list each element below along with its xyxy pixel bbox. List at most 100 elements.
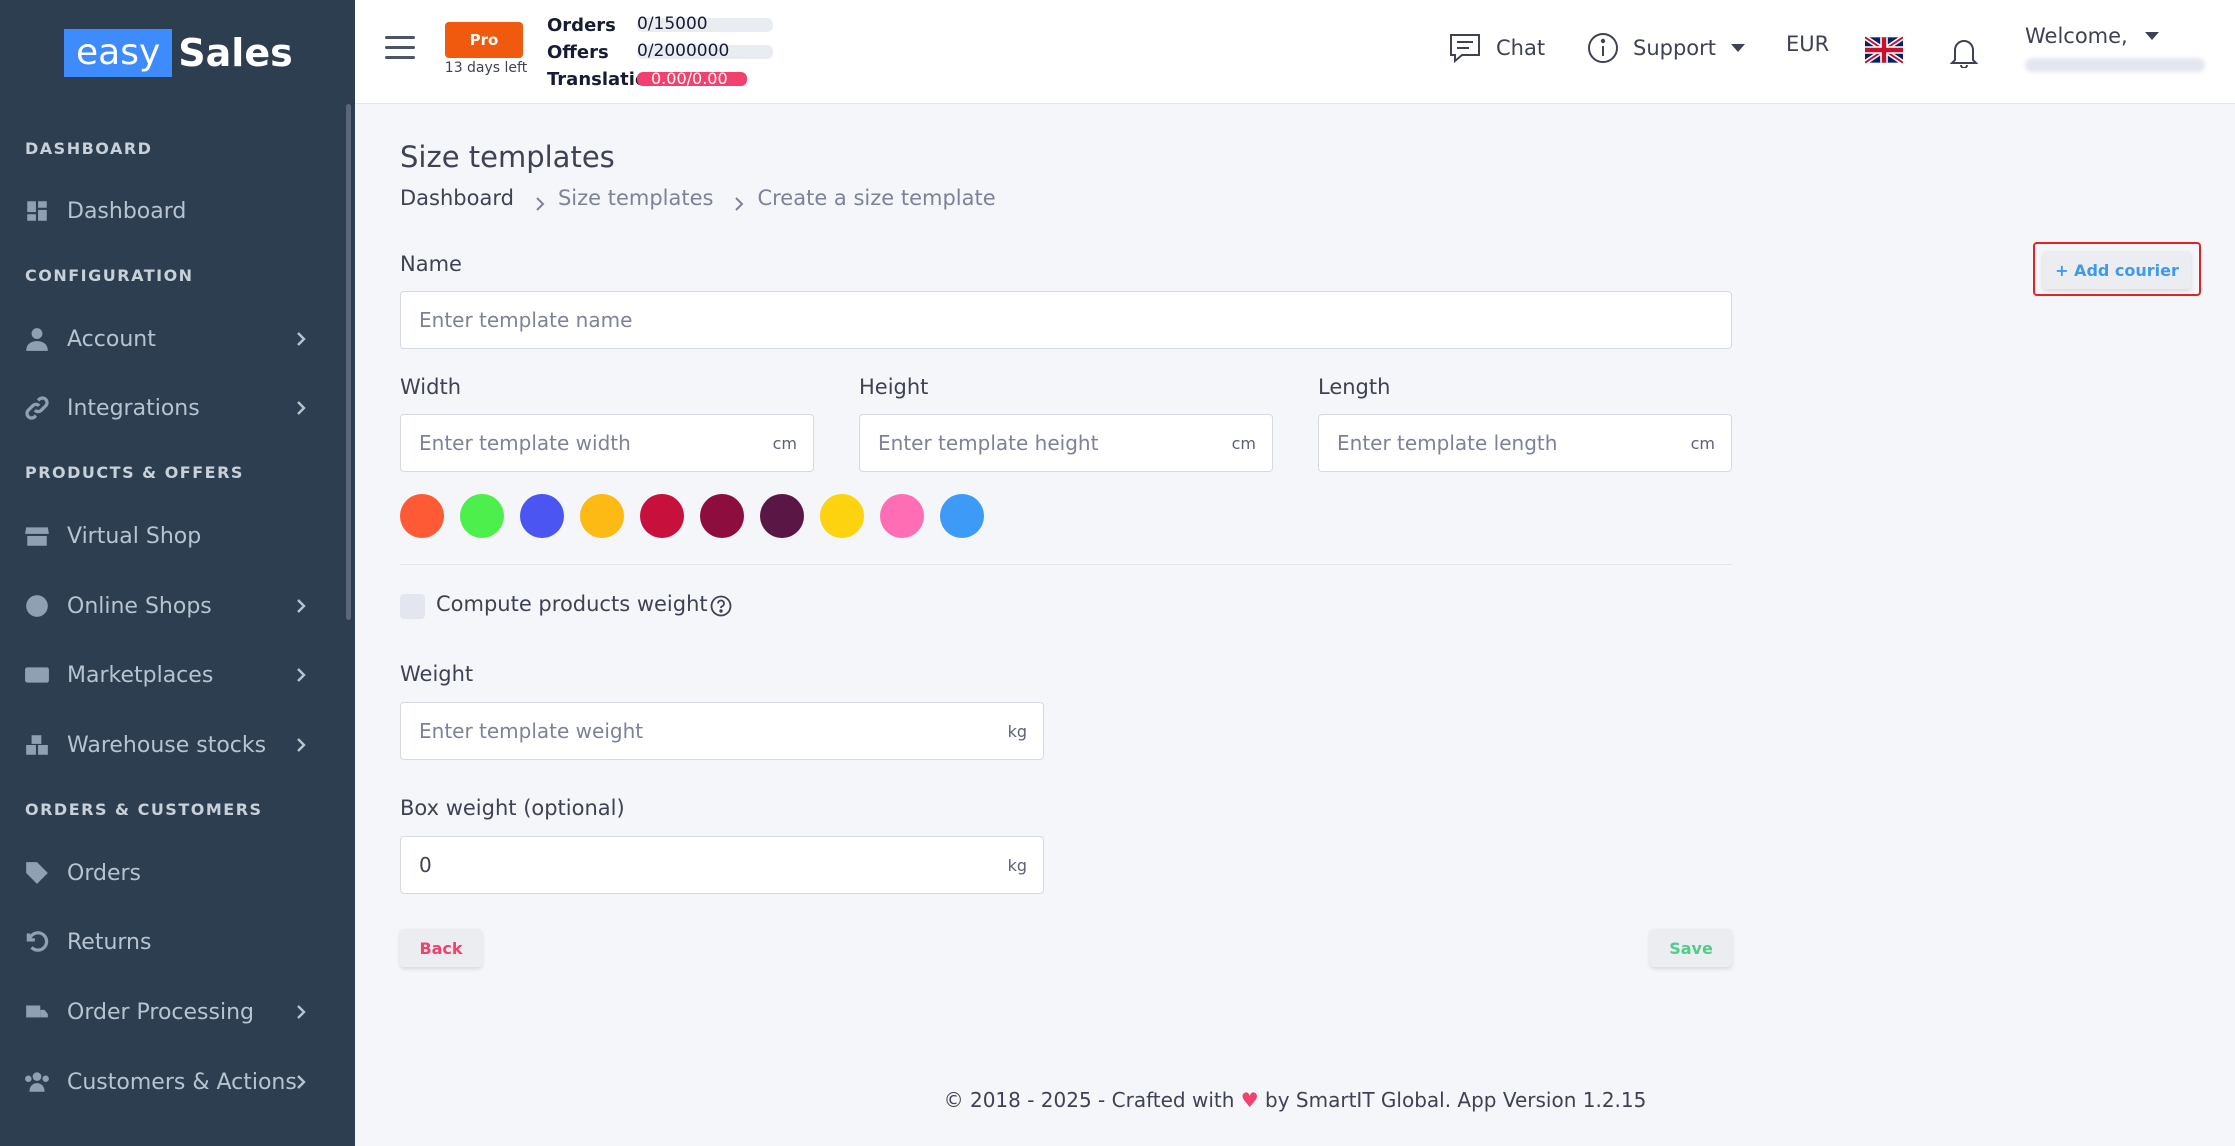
color-swatch[interactable] [880,494,924,538]
breadcrumb: Dashboard Size templates Create a size t… [400,186,996,211]
chevron-right-icon [292,665,310,683]
sidebar-item-label: Order Processing [67,999,254,1025]
chevron-right-icon [534,192,546,211]
quota-label: Orders [547,14,616,36]
name-input[interactable]: Enter template name [400,291,1732,349]
weight-input[interactable]: Enter template weight kg [400,702,1044,760]
header: Pro 13 days left Orders 0/15000 Offers 0… [355,0,2235,104]
logo-sales: Sales [178,31,293,75]
sidebar-item-label: Returns [67,929,152,955]
breadcrumb-dashboard[interactable]: Dashboard [400,186,514,210]
box-weight-value: 0 [419,853,432,877]
chevron-right-icon [292,329,310,347]
sidebar-item-account[interactable]: Account [0,315,340,363]
quota-bar: 0/15000 [637,14,773,34]
quota-bar: 0.00/0.00 [637,69,747,88]
sidebar-item-label: Online Shops [67,593,212,619]
sidebar-item-customers-actions[interactable]: Customers & Actions [0,1058,340,1106]
sidebar: easy Sales DASHBOARD Dashboard CONFIGURA… [0,0,355,1146]
name-placeholder: Enter template name [419,308,633,332]
width-input[interactable]: Enter template width cm [400,414,814,472]
color-swatch[interactable] [640,494,684,538]
color-swatch[interactable] [400,494,444,538]
logo[interactable]: easy Sales [64,28,293,78]
sidebar-item-label: Dashboard [67,198,187,224]
help-icon[interactable] [710,595,732,617]
globe-icon [22,593,52,619]
section-dashboard: DASHBOARD [25,139,153,158]
bell-icon [1950,40,1978,68]
breadcrumb-current: Create a size template [757,186,996,210]
compute-weight-checkbox[interactable] [400,594,425,619]
color-swatch[interactable] [760,494,804,538]
section-products-offers: PRODUCTS & OFFERS [25,463,244,482]
add-courier-button[interactable]: + Add courier [2043,251,2191,289]
sidebar-item-order-processing[interactable]: Order Processing [0,988,340,1036]
logo-easy: easy [64,29,173,77]
add-courier-highlight: + Add courier [2033,242,2201,296]
quota-offers: Offers 0/2000000 [547,40,773,64]
notifications-button[interactable] [1950,36,1978,68]
sidebar-item-label: Account [67,326,156,352]
height-input[interactable]: Enter template height cm [859,414,1273,472]
users-icon [22,1069,52,1095]
compute-weight-label[interactable]: Compute products weight [436,592,708,616]
back-button[interactable]: Back [400,929,482,967]
quota-value: 0/15000 [637,14,708,34]
height-placeholder: Enter template height [878,431,1099,455]
chat-label: Chat [1496,36,1546,60]
page-title: Size templates [400,140,615,174]
chevron-right-icon [292,596,310,614]
sidebar-item-returns[interactable]: Returns [0,918,340,966]
box-weight-input[interactable]: 0 kg [400,836,1044,894]
weight-label: Weight [400,662,474,686]
sidebar-item-warehouse-stocks[interactable]: Warehouse stocks [0,721,340,769]
width-placeholder: Enter template width [419,431,631,455]
welcome-label: Welcome, [2025,24,2128,48]
sidebar-scrollbar[interactable] [346,104,351,620]
color-swatch[interactable] [580,494,624,538]
box-weight-label: Box weight (optional) [400,796,625,820]
length-unit: cm [1690,433,1715,453]
save-button[interactable]: Save [1650,929,1732,967]
box-weight-unit: kg [1007,855,1027,875]
chat-button[interactable]: Chat [1448,32,1545,64]
breadcrumb-size-templates[interactable]: Size templates [558,186,714,210]
currency-selector[interactable]: EUR [1786,32,1829,56]
length-input[interactable]: Enter template length cm [1318,414,1732,472]
menu-toggle-icon[interactable] [385,36,415,64]
caret-down-icon [1731,44,1746,52]
color-swatch[interactable] [460,494,504,538]
weight-unit: kg [1007,721,1027,741]
width-label: Width [400,375,462,399]
sidebar-item-integrations[interactable]: Integrations [0,384,340,432]
sidebar-item-virtual-shop[interactable]: Virtual Shop [0,512,340,560]
language-selector[interactable] [1865,36,1903,64]
boxes-icon [22,732,52,758]
truck-icon [22,999,52,1025]
weight-placeholder: Enter template weight [419,719,644,743]
sidebar-item-marketplaces[interactable]: Marketplaces [0,651,340,699]
sidebar-item-label: Warehouse stocks [67,732,267,758]
trial-days-left: 13 days left [444,60,528,76]
user-email-redacted [2025,58,2205,72]
color-swatch[interactable] [700,494,744,538]
plan-badge[interactable]: Pro [445,22,523,58]
color-swatch[interactable] [820,494,864,538]
section-configuration: CONFIGURATION [25,266,194,285]
width-unit: cm [772,433,797,453]
sidebar-item-orders[interactable]: Orders [0,849,340,897]
footer-copyright: © 2018 - 2025 - Crafted with [943,1088,1235,1112]
sidebar-item-label: Customers & Actions [67,1069,297,1095]
divider [400,564,1732,565]
user-menu[interactable]: Welcome, [2025,24,2160,48]
uk-flag-icon [1865,36,1903,64]
sidebar-item-online-shops[interactable]: Online Shops [0,582,340,630]
height-label: Height [859,375,929,399]
color-swatch[interactable] [520,494,564,538]
height-unit: cm [1231,433,1256,453]
chevron-right-icon [292,1072,310,1090]
sidebar-item-dashboard[interactable]: Dashboard [0,187,340,235]
color-swatch[interactable] [940,494,984,538]
support-dropdown[interactable]: Support [1587,32,1746,64]
